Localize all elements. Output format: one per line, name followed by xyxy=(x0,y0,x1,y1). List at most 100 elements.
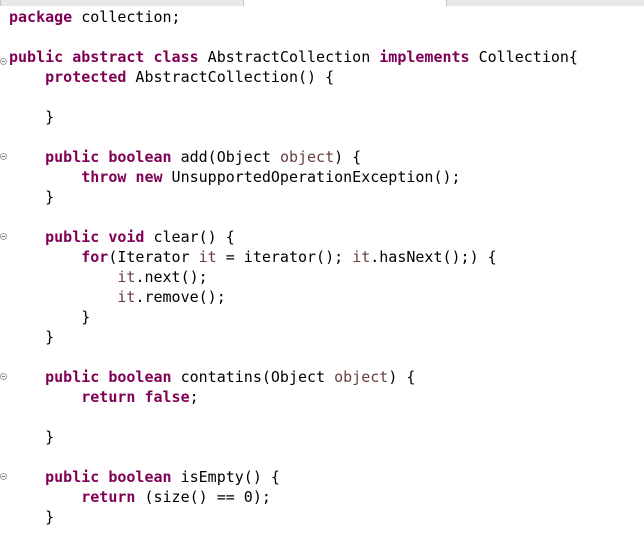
code-line[interactable]: return (size() == 0); xyxy=(9,487,644,507)
code-token: .next(); xyxy=(135,268,208,286)
code-line[interactable] xyxy=(9,87,644,107)
code-line[interactable] xyxy=(9,27,644,47)
variable-token: it xyxy=(117,268,136,286)
code-line[interactable] xyxy=(9,127,644,147)
keyword-token: return xyxy=(81,488,136,506)
keyword-token: false xyxy=(144,388,190,406)
collapse-icon[interactable] xyxy=(0,233,7,240)
editor-tab-strip xyxy=(0,0,644,6)
keyword-token: public xyxy=(45,368,100,386)
code-line[interactable]: for(Iterator it = iterator(); it.hasNext… xyxy=(9,247,644,267)
editor-tab[interactable] xyxy=(446,0,644,6)
code-line[interactable] xyxy=(9,407,644,427)
keyword-token: boolean xyxy=(108,468,172,486)
code-token: add(Object xyxy=(171,148,280,166)
code-token: contatins(Object xyxy=(171,368,335,386)
code-line[interactable]: public boolean add(Object object) { xyxy=(9,147,644,167)
variable-token: object xyxy=(279,148,335,166)
code-line[interactable]: } xyxy=(9,307,644,327)
code-line[interactable]: } xyxy=(9,427,644,447)
code-line[interactable]: protected AbstractCollection() { xyxy=(9,67,644,87)
code-line[interactable]: return false; xyxy=(9,387,644,407)
code-line[interactable]: public boolean isEmpty() { xyxy=(9,467,644,487)
code-line[interactable]: public abstract class AbstractCollection… xyxy=(9,47,644,67)
code-editor[interactable]: package collection; public abstract clas… xyxy=(0,0,644,533)
keyword-token: public xyxy=(9,48,64,66)
variable-token: object xyxy=(334,368,389,386)
code-line[interactable]: } xyxy=(9,187,644,207)
collapse-icon[interactable] xyxy=(0,153,7,160)
code-token: } xyxy=(9,188,55,206)
code-token: ) { xyxy=(334,148,362,166)
keyword-token: boolean xyxy=(108,368,172,386)
code-token: } xyxy=(9,428,55,446)
keyword-token: return xyxy=(81,388,136,406)
code-token: AbstractCollection xyxy=(198,48,380,66)
code-token: } xyxy=(9,308,91,326)
code-line[interactable]: } xyxy=(9,107,644,127)
variable-token: it xyxy=(198,248,217,266)
code-token: = iterator(); xyxy=(216,248,353,266)
code-token: (Iterator xyxy=(108,248,199,266)
code-line[interactable]: public boolean contatins(Object object) … xyxy=(9,367,644,387)
code-token: ) { xyxy=(388,368,416,386)
code-line[interactable]: public void clear() { xyxy=(9,227,644,247)
code-token: ; xyxy=(189,388,199,406)
code-token: clear() { xyxy=(144,228,235,246)
code-line[interactable] xyxy=(9,447,644,467)
keyword-token: abstract xyxy=(72,48,145,66)
code-token: } xyxy=(9,508,55,526)
collapse-icon[interactable] xyxy=(0,373,7,380)
code-token: Collection{ xyxy=(469,48,578,66)
keyword-token: void xyxy=(108,228,145,246)
collapse-icon[interactable] xyxy=(0,58,7,65)
code-line[interactable] xyxy=(9,207,644,227)
code-token: .hasNext();) { xyxy=(370,248,497,266)
code-line[interactable]: it.remove(); xyxy=(9,287,644,307)
keyword-token: protected xyxy=(45,68,127,86)
keyword-token: new xyxy=(135,168,163,186)
keyword-token: boolean xyxy=(108,148,172,166)
code-token: (size() == 0); xyxy=(135,488,271,506)
collapse-icon[interactable] xyxy=(0,473,7,480)
code-line[interactable]: } xyxy=(9,507,644,527)
editor-tab[interactable] xyxy=(0,0,244,6)
keyword-token: public xyxy=(45,468,100,486)
keyword-token: package xyxy=(9,8,73,26)
variable-token: it xyxy=(352,248,371,266)
keyword-token: implements xyxy=(379,48,470,66)
keyword-token: public xyxy=(45,228,100,246)
code-token: collection; xyxy=(72,8,181,26)
code-line[interactable] xyxy=(9,347,644,367)
code-token: UnsupportedOperationException(); xyxy=(162,168,461,186)
keyword-token: public xyxy=(45,148,100,166)
code-token: } xyxy=(9,108,55,126)
code-line[interactable]: throw new UnsupportedOperationException(… xyxy=(9,167,644,187)
code-line[interactable]: } xyxy=(9,327,644,347)
code-token: AbstractCollection() { xyxy=(126,68,335,86)
keyword-token: class xyxy=(153,48,199,66)
code-line[interactable]: it.next(); xyxy=(9,267,644,287)
code-token: } xyxy=(9,328,55,346)
code-area[interactable]: package collection; public abstract clas… xyxy=(9,7,644,527)
editor-gutter xyxy=(0,0,8,533)
code-line[interactable]: package collection; xyxy=(9,7,644,27)
code-token: isEmpty() { xyxy=(171,468,280,486)
